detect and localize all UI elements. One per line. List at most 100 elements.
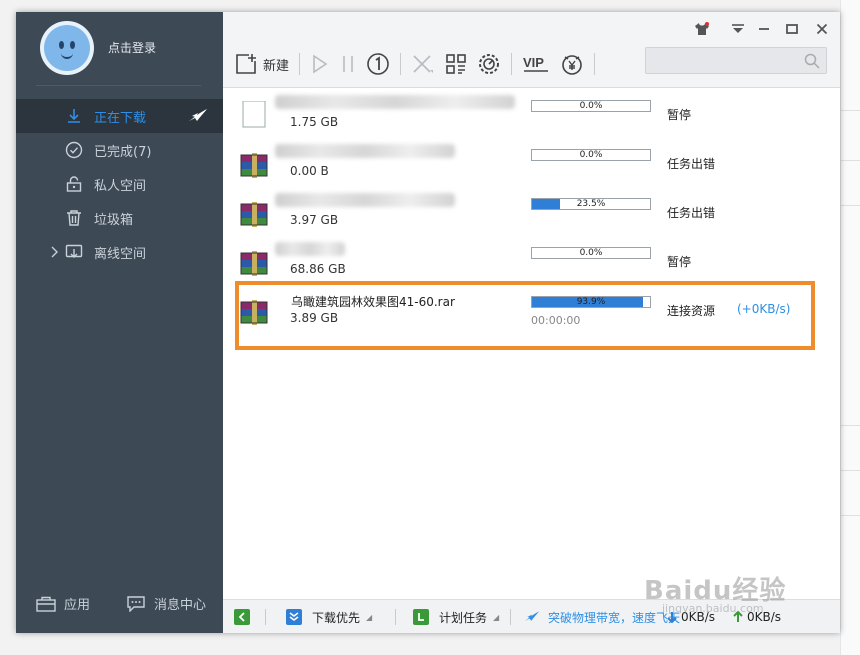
task-status: 任务出错 xyxy=(667,157,716,171)
scheduled-task-button[interactable]: 计划任务 ◢ xyxy=(413,608,499,626)
speed-mode-button[interactable] xyxy=(477,50,501,78)
apps-grid-button[interactable] xyxy=(445,50,467,78)
progress-bar: 93.9% xyxy=(531,296,651,308)
download-priority-button[interactable]: 下载优先 ◢ xyxy=(286,608,372,626)
sidebar-item-label: 正在下载 xyxy=(94,110,147,126)
blank-file-icon xyxy=(242,101,266,128)
lock-icon xyxy=(66,176,82,192)
progress-percent: 0.0% xyxy=(579,101,603,111)
tshirt-icon xyxy=(695,22,709,35)
toolbar-divider xyxy=(400,53,402,75)
task-status: 任务出错 xyxy=(667,206,716,220)
promo-text: 突破物理带宽，速度飞天 xyxy=(548,610,681,625)
statusbar-divider xyxy=(510,609,511,625)
download-row[interactable]: 1.75 GB 0.0% 暂停 xyxy=(223,89,840,138)
chevron-right-icon[interactable] xyxy=(50,245,58,259)
apps-button[interactable]: 应用 xyxy=(36,594,90,613)
progress-percent: 93.9% xyxy=(576,297,606,307)
download-row[interactable]: 0.00 B 0.0% 任务出错 xyxy=(223,138,840,187)
sidebar-item-label: 离线空间 xyxy=(94,246,147,262)
skin-button[interactable] xyxy=(690,18,714,40)
download-row[interactable]: 3.97 GB 23.5% 任务出错 xyxy=(223,187,840,236)
login-link[interactable]: 点击登录 xyxy=(108,39,156,56)
baidu-watermark: Baidu经验 jingyan.baidu.com xyxy=(644,570,786,615)
download-list: 1.75 GB 0.0% 暂停 0.00 B 0.0% 任务出错 3.97 GB… xyxy=(223,89,840,334)
single-task-button[interactable] xyxy=(366,50,390,78)
sidebar-item-trash[interactable]: 垃圾箱 xyxy=(16,201,223,235)
avatar[interactable] xyxy=(40,21,94,75)
check-circle-icon xyxy=(65,141,83,159)
download-speed: (+0KB/s) xyxy=(737,302,791,316)
statusbar-divider xyxy=(395,609,396,625)
remaining-time: 00:00:00 xyxy=(531,314,581,327)
progress-bar: 0.0% xyxy=(531,149,651,161)
menu-dropdown-icon xyxy=(732,24,744,33)
progress-percent: 0.0% xyxy=(579,248,603,258)
payment-button[interactable] xyxy=(560,50,584,78)
download-manager-window: 点击登录 正在下载 已完成(7) 私人空间 垃圾箱 离线空间 应用 消息中心 新… xyxy=(16,12,840,633)
menu-button[interactable] xyxy=(726,18,750,40)
maximize-icon xyxy=(786,24,798,34)
calendar-l-icon xyxy=(413,609,429,625)
caret-down-icon: ◢ xyxy=(366,612,373,622)
search-input[interactable] xyxy=(646,48,796,73)
grid-icon xyxy=(446,54,466,74)
caret-down-icon: ◢ xyxy=(493,612,500,622)
progress-bar: 23.5% xyxy=(531,198,651,210)
speedup-promo-link[interactable]: 突破物理带宽，速度飞天 xyxy=(524,608,680,626)
svg-text:VIP: VIP xyxy=(523,55,544,70)
download-row[interactable]: 68.86 GB 0.0% 暂停 xyxy=(223,236,840,285)
pause-icon xyxy=(343,56,353,72)
toolbar-divider xyxy=(511,53,513,75)
search-icon[interactable] xyxy=(804,53,820,69)
file-size: 68.86 GB xyxy=(290,262,346,276)
close-button[interactable] xyxy=(810,18,834,40)
minimize-icon xyxy=(759,28,769,30)
blurred-filename xyxy=(275,242,345,256)
apps-label: 应用 xyxy=(64,598,91,613)
new-task-button[interactable]: 新建 xyxy=(235,50,289,78)
sidebar-item-label: 垃圾箱 xyxy=(94,212,134,228)
vip-icon: VIP xyxy=(523,55,549,72)
progress-bar: 0.0% xyxy=(531,247,651,259)
sidebar-item-downloading[interactable]: 正在下载 xyxy=(16,99,223,133)
blurred-filename xyxy=(275,193,455,207)
progress-percent: 23.5% xyxy=(576,199,606,209)
vip-button[interactable]: VIP xyxy=(522,50,550,78)
sidebar-item-label: 已完成(7) xyxy=(94,144,152,160)
chevron-left-icon xyxy=(234,609,250,625)
message-center-label: 消息中心 xyxy=(154,598,207,613)
maximize-button[interactable] xyxy=(780,18,804,40)
sidebar-divider xyxy=(36,85,201,86)
new-task-label: 新建 xyxy=(263,58,290,74)
speedup-bird-icon[interactable] xyxy=(188,107,208,125)
collapse-sidebar-button[interactable] xyxy=(234,608,260,626)
toolbar-divider xyxy=(299,53,301,75)
sidebar: 点击登录 正在下载 已完成(7) 私人空间 垃圾箱 离线空间 应用 消息中心 xyxy=(16,12,223,633)
main-panel: 新建 VIP 1.75 GB 0.0% 暂停 0.00 B 0.0% 任务出错 … xyxy=(223,12,840,633)
top-toolbar: 新建 VIP xyxy=(223,12,840,88)
watermark-url: jingyan.baidu.com xyxy=(662,602,764,615)
download-arrow-icon xyxy=(68,109,80,123)
file-size: 3.97 GB xyxy=(290,213,339,227)
message-center-button[interactable]: 消息中心 xyxy=(126,594,206,613)
sidebar-item-label: 私人空间 xyxy=(94,178,147,194)
pause-button[interactable] xyxy=(340,50,356,78)
download-row[interactable]: 乌瞰建筑园林效果图41-60.rar 3.89 GB 93.9% 00:00:0… xyxy=(223,285,840,334)
sidebar-item-private-space[interactable]: 私人空间 xyxy=(16,167,223,201)
cloud-download-icon xyxy=(65,244,83,258)
file-size: 3.89 GB xyxy=(290,311,339,325)
start-button[interactable] xyxy=(310,50,330,78)
winrar-archive-icon xyxy=(240,153,268,178)
delete-button[interactable] xyxy=(411,50,435,78)
sidebar-item-completed[interactable]: 已完成(7) xyxy=(16,133,223,167)
sidebar-item-offline-space[interactable]: 离线空间 xyxy=(16,235,223,269)
minimize-button[interactable] xyxy=(752,18,776,40)
file-size: 1.75 GB xyxy=(290,115,339,129)
winrar-archive-icon xyxy=(240,202,268,227)
speedup-bird-icon xyxy=(525,611,539,621)
winrar-archive-icon xyxy=(240,300,268,325)
blurred-filename xyxy=(275,95,515,109)
schedule-label: 计划任务 xyxy=(439,610,488,625)
toolbox-icon xyxy=(36,596,56,612)
